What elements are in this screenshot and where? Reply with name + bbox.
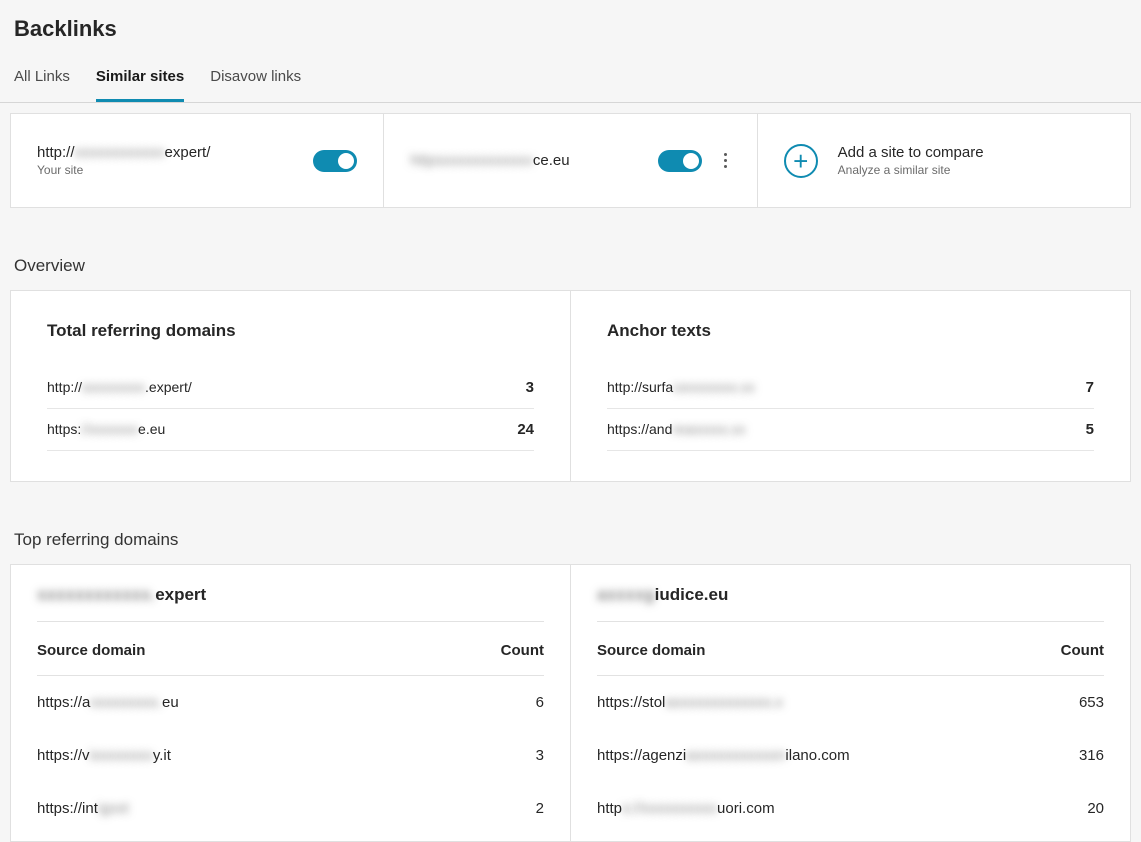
table-head: Source domain Count	[597, 622, 1104, 676]
top-referring-section: sxxxxxxxxxxx.expert Source domain Count …	[10, 564, 1131, 842]
table-row: https://intigxxt 2	[37, 782, 544, 835]
overview-section: Total referring domains http://sxxxxxxxx…	[10, 290, 1131, 482]
overview-label: Overview	[0, 208, 1141, 290]
table-row: https://agenziaxxxxxxxxxxxnilano.com 316	[597, 729, 1104, 782]
add-site-sub: Analyze a similar site	[838, 163, 984, 177]
referring-domains-title: Total referring domains	[47, 321, 534, 341]
toggle-site-2[interactable]	[658, 150, 702, 172]
compare-card-site-2: httpsxxxxxxxxxxxxce.eu	[383, 113, 756, 208]
table-row: https://axxxxxxxxx.eu 6	[37, 676, 544, 729]
page-title: Backlinks	[0, 0, 1141, 50]
top-ref-right: axxxxgiudice.eu Source domain Count http…	[570, 564, 1131, 842]
referring-domains-card: Total referring domains http://sxxxxxxxx…	[10, 290, 570, 482]
top-referring-label: Top referring domains	[0, 482, 1141, 564]
compare-row: http://xxxxxxxxxxxxexpert/ Your site htt…	[10, 113, 1131, 208]
site-2-url: httpsxxxxxxxxxxxxce.eu	[410, 152, 569, 169]
tab-disavow-links[interactable]: Disavow links	[210, 68, 301, 102]
add-site-title: Add a site to compare	[838, 144, 984, 161]
ref-head-right: axxxxgiudice.eu	[597, 585, 1104, 622]
more-icon[interactable]	[720, 149, 731, 172]
top-ref-left: sxxxxxxxxxxx.expert Source domain Count …	[10, 564, 570, 842]
ov-row: http://surfacexxxxxxx.xx 7	[607, 367, 1094, 409]
anchor-texts-title: Anchor texts	[607, 321, 1094, 341]
table-row: https://xxxxxxxxxxuori.com 20	[597, 782, 1104, 835]
toggle-your-site[interactable]	[313, 150, 357, 172]
ov-row: http://sxxxxxxxx.expert/ 3	[47, 367, 534, 409]
ref-head-left: sxxxxxxxxxxx.expert	[37, 585, 544, 622]
anchor-texts-card: Anchor texts http://surfacexxxxxxx.xx 7 …	[570, 290, 1131, 482]
your-site-label: Your site	[37, 163, 210, 177]
tab-similar-sites[interactable]: Similar sites	[96, 68, 184, 102]
compare-card-add[interactable]: + Add a site to compare Analyze a simila…	[757, 113, 1131, 208]
your-site-url: http://xxxxxxxxxxxxexpert/	[37, 144, 210, 161]
table-head: Source domain Count	[37, 622, 544, 676]
tab-all-links[interactable]: All Links	[14, 68, 70, 102]
compare-card-your-site: http://xxxxxxxxxxxxexpert/ Your site	[10, 113, 383, 208]
plus-icon[interactable]: +	[784, 144, 818, 178]
table-row: https://vixxxxxxxxy.it 3	[37, 729, 544, 782]
tabs: All Links Similar sites Disavow links	[0, 50, 1141, 103]
ov-row: https://andreaxxxxx.xx 5	[607, 409, 1094, 451]
ov-row: https://xxxxxxxe.eu 24	[47, 409, 534, 451]
table-row: https://stolaxxxxxxxxxxxxx.x 653	[597, 676, 1104, 729]
